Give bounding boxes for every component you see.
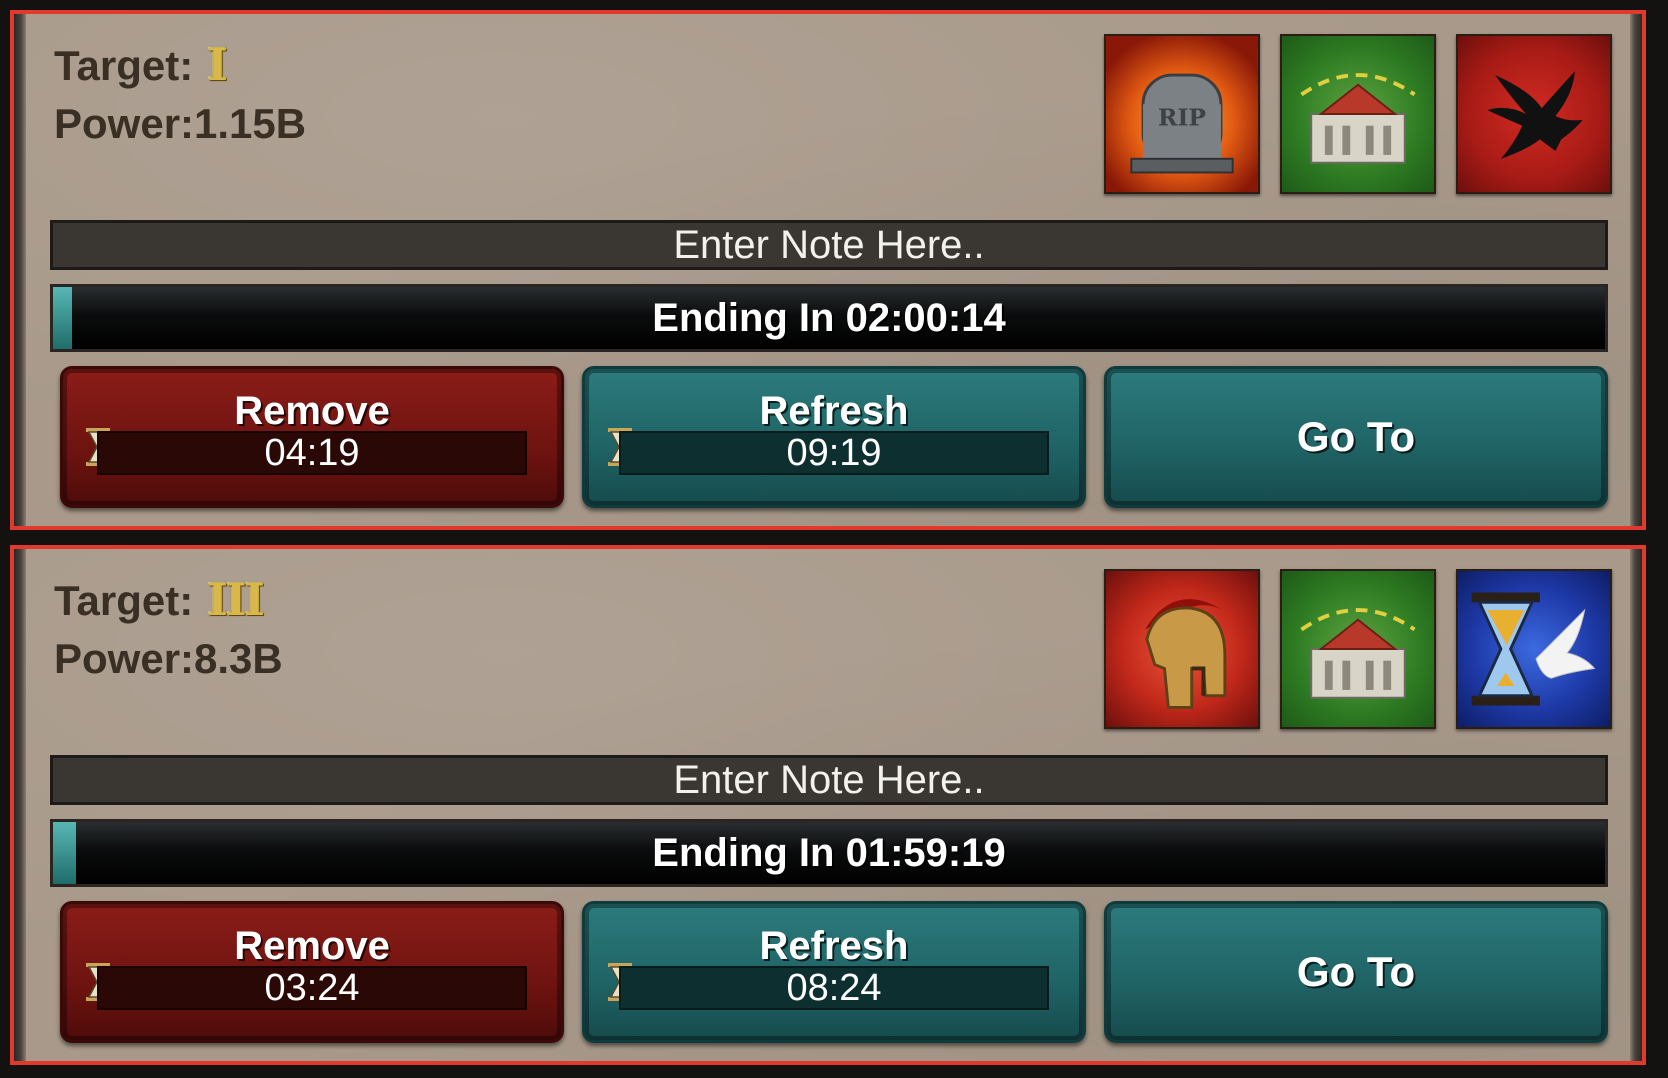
goto-label: Go To xyxy=(1296,413,1416,460)
refresh-timer: 09:19 xyxy=(619,431,1049,475)
note-input[interactable]: Enter Note Here.. xyxy=(50,755,1608,805)
remove-button[interactable]: Remove 03:24 xyxy=(60,901,564,1043)
ending-progress-bar: Ending In 02:00:14 xyxy=(50,284,1608,352)
progress-fill xyxy=(53,822,77,884)
remove-timer: 03:24 xyxy=(97,966,527,1010)
status-icons: RIP xyxy=(1104,34,1612,194)
remove-label: Remove xyxy=(234,924,390,968)
remove-label: Remove xyxy=(234,389,390,433)
note-input[interactable]: Enter Note Here.. xyxy=(50,220,1608,270)
rip-tombstone-icon[interactable]: RIP xyxy=(1104,34,1260,194)
spartan-helmet-icon[interactable] xyxy=(1104,569,1260,729)
ending-progress-bar: Ending In 01:59:19 xyxy=(50,819,1608,887)
eagle-icon[interactable] xyxy=(1456,34,1612,194)
rank-badge: III xyxy=(207,575,265,626)
goto-button[interactable]: Go To xyxy=(1104,901,1608,1043)
power-text: Power:1.15B xyxy=(54,100,307,147)
remove-timer: 04:19 xyxy=(97,431,527,475)
power-text: Power:8.3B xyxy=(54,635,283,682)
refresh-label: Refresh xyxy=(759,924,909,968)
refresh-button[interactable]: Refresh 09:19 xyxy=(582,366,1086,508)
svg-text:RIP: RIP xyxy=(1158,104,1206,132)
ending-timer-text: Ending In 01:59:19 xyxy=(652,830,1006,875)
goto-label: Go To xyxy=(1296,948,1416,995)
castle-icon[interactable] xyxy=(1280,569,1436,729)
refresh-timer: 08:24 xyxy=(619,966,1049,1010)
hourglass-dove-icon[interactable] xyxy=(1456,569,1612,729)
refresh-button[interactable]: Refresh 08:24 xyxy=(582,901,1086,1043)
refresh-label: Refresh xyxy=(759,389,909,433)
remove-button[interactable]: Remove 04:19 xyxy=(60,366,564,508)
ending-timer-text: Ending In 02:00:14 xyxy=(652,295,1006,340)
target-card: Target: I Power:1.15B RIP Enter Note Her… xyxy=(10,10,1646,530)
rank-badge: I xyxy=(207,40,228,91)
target-line: Target: I xyxy=(54,40,228,91)
target-label: Target: xyxy=(54,576,194,624)
target-card: Target: III Power:8.3B Enter Note Here..… xyxy=(10,545,1646,1065)
castle-icon[interactable] xyxy=(1280,34,1436,194)
target-line: Target: III xyxy=(54,575,265,626)
progress-fill xyxy=(53,287,72,349)
status-icons xyxy=(1104,569,1612,729)
goto-button[interactable]: Go To xyxy=(1104,366,1608,508)
target-label: Target: xyxy=(54,41,194,89)
